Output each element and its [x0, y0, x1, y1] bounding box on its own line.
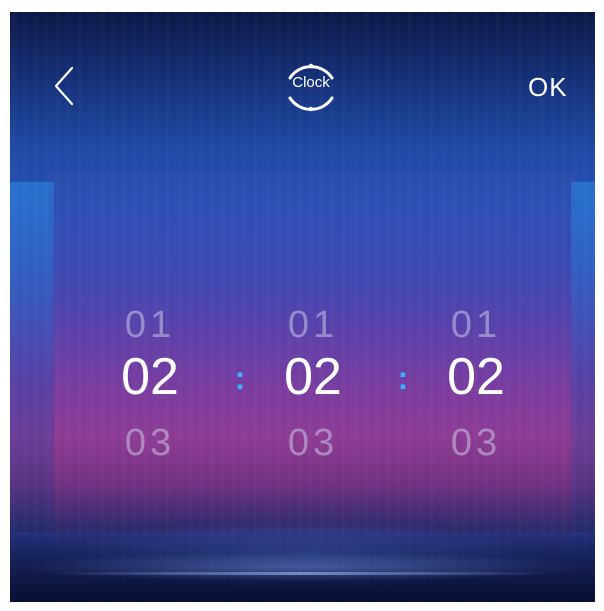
time-separator: : [397, 360, 409, 396]
time-picker: 01 02 03 : 01 02 03 : 01 02 03 [110, 302, 530, 482]
page-title: Clock [292, 74, 330, 91]
clock-title-badge: Clock [276, 52, 346, 122]
chevron-left-icon [54, 66, 74, 106]
minutes-previous-value[interactable]: 01 [273, 304, 353, 347]
background-horizon [10, 532, 595, 602]
hours-next-value[interactable]: 03 [110, 422, 190, 465]
clock-setting-screen: Clock OK 01 02 03 : 01 02 03 : 01 02 03 [10, 12, 595, 602]
seconds-next-value[interactable]: 03 [436, 422, 516, 465]
minutes-selected-value[interactable]: 02 [273, 347, 353, 407]
hours-selected-value[interactable]: 02 [110, 347, 190, 407]
back-button[interactable] [48, 64, 82, 108]
device-frame: Clock OK 01 02 03 : 01 02 03 : 01 02 03 [0, 0, 604, 611]
ok-button[interactable]: OK [528, 72, 568, 103]
seconds-previous-value[interactable]: 01 [436, 304, 516, 347]
horizon-glow-line [50, 572, 555, 575]
hours-previous-value[interactable]: 01 [110, 304, 190, 347]
seconds-selected-value[interactable]: 02 [436, 347, 516, 407]
minutes-next-value[interactable]: 03 [273, 422, 353, 465]
time-separator: : [234, 360, 246, 396]
